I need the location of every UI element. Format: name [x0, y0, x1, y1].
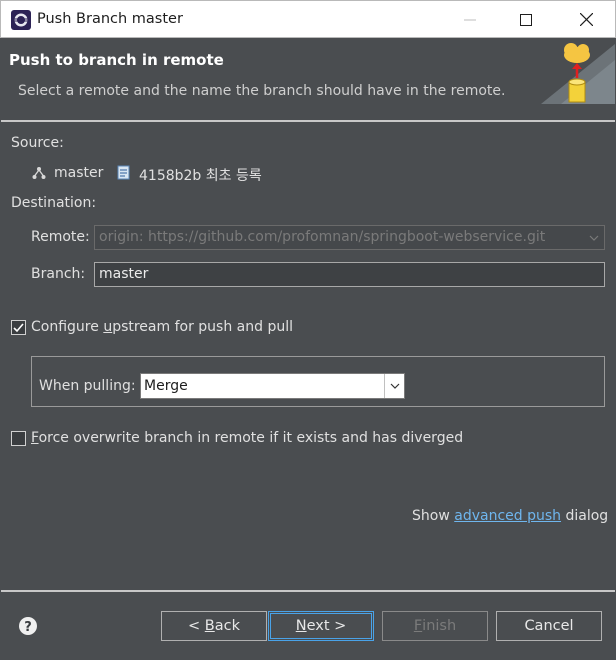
configure-upstream-label[interactable]: Configure upstream for push and pull: [31, 319, 293, 335]
force-overwrite-checkbox[interactable]: [11, 431, 26, 446]
advanced-push-text: Show advanced push dialog: [412, 508, 608, 524]
advanced-push-post: dialog: [561, 508, 609, 524]
minimize-icon: [464, 19, 476, 20]
window-title-bar[interactable]: Push Branch master: [0, 0, 616, 38]
wizard-title: Push to branch in remote: [9, 51, 224, 69]
when-pulling-label: When pulling:: [39, 378, 136, 394]
finish-button[interactable]: Finish: [382, 611, 488, 641]
window-title: Push Branch master: [37, 11, 183, 27]
configure-upstream-checkbox[interactable]: [11, 320, 26, 335]
chevron-down-icon: [390, 383, 399, 389]
remote-combo-value: origin: https://github.com/profomnan/spr…: [99, 229, 546, 245]
configure-upstream-label-mnemonic: u: [103, 319, 113, 335]
source-label: Source:: [11, 135, 64, 151]
branch-input-value: master: [99, 266, 149, 282]
remote-label: Remote:: [31, 229, 90, 245]
wizard-header: Push to branch in remote Select a remote…: [1, 38, 615, 122]
footer-separator: [1, 590, 615, 592]
finish-button-mnemonic: F: [413, 618, 423, 634]
close-button[interactable]: [563, 1, 609, 38]
cancel-button[interactable]: Cancel: [496, 611, 602, 641]
force-overwrite-label-post: orce overwrite branch in remote if it ex…: [38, 430, 464, 446]
help-icon[interactable]: ?: [18, 616, 38, 636]
close-icon: [579, 13, 593, 26]
destination-label: Destination:: [11, 195, 97, 211]
advanced-push-pre: Show: [412, 508, 455, 524]
force-overwrite-label-mnemonic: F: [31, 430, 39, 446]
when-pulling-arrow[interactable]: [384, 374, 404, 398]
configure-upstream-label-pre: Configure: [31, 319, 104, 335]
maximize-button[interactable]: [503, 1, 549, 38]
next-button-post: ext >: [306, 618, 347, 634]
configure-upstream-label-post: pstream for push and pull: [112, 319, 293, 335]
chevron-down-icon: [589, 235, 599, 241]
wizard-description: Select a remote and the name the branch …: [18, 83, 506, 99]
back-button-mnemonic: B: [204, 618, 215, 634]
force-overwrite-label[interactable]: Force overwrite branch in remote if it e…: [31, 430, 463, 446]
svg-text:?: ?: [24, 620, 32, 635]
when-pulling-select[interactable]: Merge: [140, 373, 405, 399]
finish-button-post: inish: [422, 618, 457, 634]
minimize-button[interactable]: [447, 1, 493, 38]
branch-input[interactable]: master: [94, 262, 605, 287]
remote-combo-arrow[interactable]: [584, 226, 604, 249]
remote-combo[interactable]: origin: https://github.com/profomnan/spr…: [94, 225, 605, 250]
branch-label: Branch:: [31, 266, 86, 282]
back-button[interactable]: < Back: [161, 611, 267, 641]
advanced-push-link[interactable]: advanced push: [454, 508, 561, 524]
back-button-post: ack: [214, 618, 240, 634]
checkmark-icon: [13, 323, 24, 333]
source-branch-name: master: [54, 165, 104, 181]
back-button-pre: <: [188, 618, 205, 634]
commit-icon: [117, 165, 130, 180]
push-to-cloud-banner-icon: [541, 43, 615, 104]
eclipse-app-icon: [11, 10, 31, 30]
branch-icon: [32, 167, 46, 179]
source-commit: 4158b2b 최초 등록: [139, 168, 262, 184]
next-button[interactable]: Next >: [268, 611, 374, 641]
maximize-icon: [520, 13, 532, 26]
cancel-button-label: Cancel: [524, 618, 574, 634]
when-pulling-value: Merge: [144, 378, 188, 394]
next-button-mnemonic: N: [295, 618, 307, 634]
